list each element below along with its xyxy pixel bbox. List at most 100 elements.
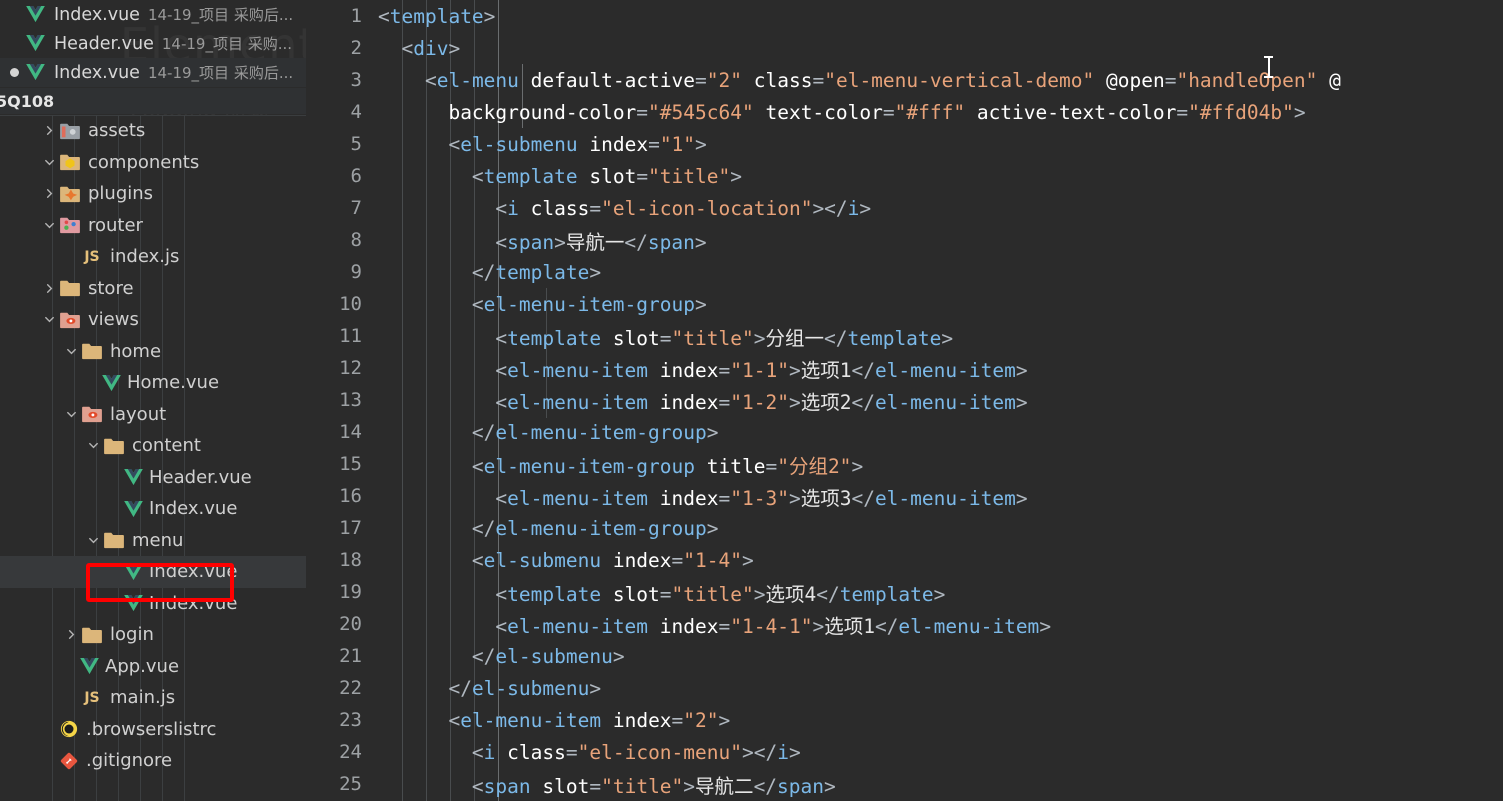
- tab-file-name: Index.vue: [54, 62, 140, 83]
- code-line[interactable]: 15 <el-menu-item-group title="分组2">: [306, 448, 1503, 480]
- line-number: 1: [350, 5, 362, 27]
- code-line[interactable]: 9 </template>: [306, 256, 1503, 288]
- code-line-text: <i class="el-icon-location"></i>: [495, 196, 872, 220]
- line-number: 14: [339, 421, 362, 443]
- code-line-text: <div>: [401, 36, 461, 60]
- sidebar-item-content[interactable]: content: [0, 430, 306, 462]
- code-line[interactable]: 3 <el-menu default-active="2" class="el-…: [306, 64, 1503, 96]
- code-line-text: <el-menu-item index="1-3">选项3</el-menu-i…: [495, 486, 1028, 510]
- code-line[interactable]: 19 <template slot="title">选项4</template>: [306, 576, 1503, 608]
- chevron-right-icon[interactable]: [40, 124, 58, 137]
- chevron-down-icon[interactable]: [40, 219, 58, 232]
- code-line[interactable]: 6 <template slot="title">: [306, 160, 1503, 192]
- sidebar-item-label: store: [88, 277, 134, 299]
- code-line[interactable]: 22 </el-submenu>: [306, 672, 1503, 704]
- folder-icon: [102, 436, 126, 456]
- code-line[interactable]: 17 </el-menu-item-group>: [306, 512, 1503, 544]
- js-icon: JS: [84, 689, 100, 706]
- tab-file-name: Index.vue: [54, 4, 140, 25]
- sidebar-item-label: index.js: [110, 246, 180, 268]
- sidebar-item-label: .gitignore: [86, 750, 173, 772]
- chevron-down-icon[interactable]: [84, 534, 102, 547]
- sidebar-item-app-vue[interactable]: App.vue: [0, 651, 306, 683]
- browserslist-icon: [58, 719, 80, 739]
- line-number: 23: [339, 709, 362, 731]
- folder-layout-icon: [80, 404, 104, 424]
- sidebar-item-label: Header.vue: [149, 466, 252, 488]
- file-tree[interactable]: assets components plugins router JS index.js s…: [0, 115, 306, 777]
- code-line-text: <template slot="title">: [471, 164, 742, 188]
- sidebar-item-store[interactable]: store: [0, 273, 306, 305]
- sidebar-item-router[interactable]: router: [0, 210, 306, 242]
- vue-icon: [124, 499, 143, 518]
- sidebar-item-label: assets: [88, 120, 146, 142]
- chevron-down-icon[interactable]: [62, 408, 80, 421]
- editor-tab-strip[interactable]: Index.vue 14-19_项目 采购后... Header.vue 14-19_…: [0, 0, 306, 88]
- code-line-text: <el-menu-item index="1-4-1">选项1</el-menu…: [495, 614, 1052, 638]
- code-line[interactable]: 4 background-color="#545c64" text-color=…: [306, 96, 1503, 128]
- sidebar-item-home-vue[interactable]: Home.vue: [0, 367, 306, 399]
- breadcrumb-label: 5Q108: [0, 91, 55, 111]
- code-line[interactable]: 24 <i class="el-icon-menu"></i>: [306, 736, 1503, 768]
- sidebar-item-header-vue[interactable]: Header.vue: [0, 462, 306, 494]
- sidebar-item-views[interactable]: views: [0, 304, 306, 336]
- code-lines[interactable]: 1 <template> 2 <div> 3 <el-menu default-act…: [306, 0, 1503, 801]
- code-line-text: background-color="#545c64" text-color="#…: [448, 100, 1306, 124]
- vue-icon: [102, 373, 121, 392]
- sidebar-item-index-js[interactable]: JS index.js: [0, 241, 306, 273]
- code-line[interactable]: 21 </el-submenu>: [306, 640, 1503, 672]
- chevron-down-icon[interactable]: [62, 345, 80, 358]
- code-line[interactable]: 12 <el-menu-item index="1-1">选项1</el-men…: [306, 352, 1503, 384]
- sidebar-item-label: .browserslistrc: [86, 718, 217, 740]
- line-number: 22: [339, 677, 362, 699]
- sidebar-item-components[interactable]: components: [0, 147, 306, 179]
- tab-file-name: Header.vue: [54, 33, 154, 54]
- chevron-right-icon[interactable]: [40, 282, 58, 295]
- code-line[interactable]: 11 <template slot="title">分组一</template>: [306, 320, 1503, 352]
- editor-tab[interactable]: Index.vue 14-19_项目 采购后...: [0, 0, 306, 29]
- line-number: 10: [339, 293, 362, 315]
- sidebar-item-menu[interactable]: menu: [0, 525, 306, 557]
- chevron-down-icon[interactable]: [40, 156, 58, 169]
- sidebar-item-assets[interactable]: assets: [0, 115, 306, 147]
- code-line[interactable]: 18 <el-submenu index="1-4">: [306, 544, 1503, 576]
- code-line[interactable]: 25 <span slot="title">导航二</span>: [306, 768, 1503, 800]
- code-line[interactable]: 7 <i class="el-icon-location"></i>: [306, 192, 1503, 224]
- line-number: 16: [339, 485, 362, 507]
- code-editor[interactable]: 1 <template> 2 <div> 3 <el-menu default-act…: [306, 0, 1503, 801]
- chevron-down-icon[interactable]: [40, 313, 58, 326]
- sidebar-item-gitignore[interactable]: .gitignore: [0, 745, 306, 777]
- file-explorer[interactable]: assets components plugins router JS index.js s…: [0, 115, 306, 801]
- sidebar-item-home[interactable]: home: [0, 336, 306, 368]
- line-number: 5: [350, 133, 362, 155]
- code-line[interactable]: 13 <el-menu-item index="1-2">选项2</el-men…: [306, 384, 1503, 416]
- sidebar-item-label: router: [88, 214, 143, 236]
- code-line[interactable]: 8 <span>导航一</span>: [306, 224, 1503, 256]
- sidebar-item-index-vue[interactable]: Index.vue: [0, 556, 306, 588]
- line-number: 25: [339, 773, 362, 795]
- code-line[interactable]: 1 <template>: [306, 0, 1503, 32]
- sidebar-item-label: plugins: [88, 183, 154, 205]
- editor-tab[interactable]: Index.vue 14-19_项目 采购后...: [0, 58, 306, 87]
- line-number: 3: [350, 69, 362, 91]
- sidebar-item-browserslistrc[interactable]: .browserslistrc: [0, 714, 306, 746]
- chevron-right-icon[interactable]: [62, 628, 80, 641]
- sidebar-item-index-vue[interactable]: Index.vue: [0, 588, 306, 620]
- code-line[interactable]: 14 </el-menu-item-group>: [306, 416, 1503, 448]
- editor-tab[interactable]: Header.vue 14-19_项目 采购...: [0, 29, 306, 58]
- code-line-text: <el-submenu index="1-4">: [471, 548, 754, 572]
- code-line[interactable]: 20 <el-menu-item index="1-4-1">选项1</el-m…: [306, 608, 1503, 640]
- code-line[interactable]: 5 <el-submenu index="1">: [306, 128, 1503, 160]
- sidebar-item-main-js[interactable]: JS main.js: [0, 682, 306, 714]
- chevron-down-icon[interactable]: [84, 439, 102, 452]
- code-line[interactable]: 2 <div>: [306, 32, 1503, 64]
- sidebar-item-plugins[interactable]: plugins: [0, 178, 306, 210]
- folder-components-icon: [58, 152, 82, 172]
- code-line[interactable]: 16 <el-menu-item index="1-3">选项3</el-men…: [306, 480, 1503, 512]
- chevron-right-icon[interactable]: [40, 187, 58, 200]
- sidebar-item-index-vue[interactable]: Index.vue: [0, 493, 306, 525]
- code-line[interactable]: 10 <el-menu-item-group>: [306, 288, 1503, 320]
- code-line[interactable]: 23 <el-menu-item index="2">: [306, 704, 1503, 736]
- sidebar-item-login[interactable]: login: [0, 619, 306, 651]
- sidebar-item-layout[interactable]: layout: [0, 399, 306, 431]
